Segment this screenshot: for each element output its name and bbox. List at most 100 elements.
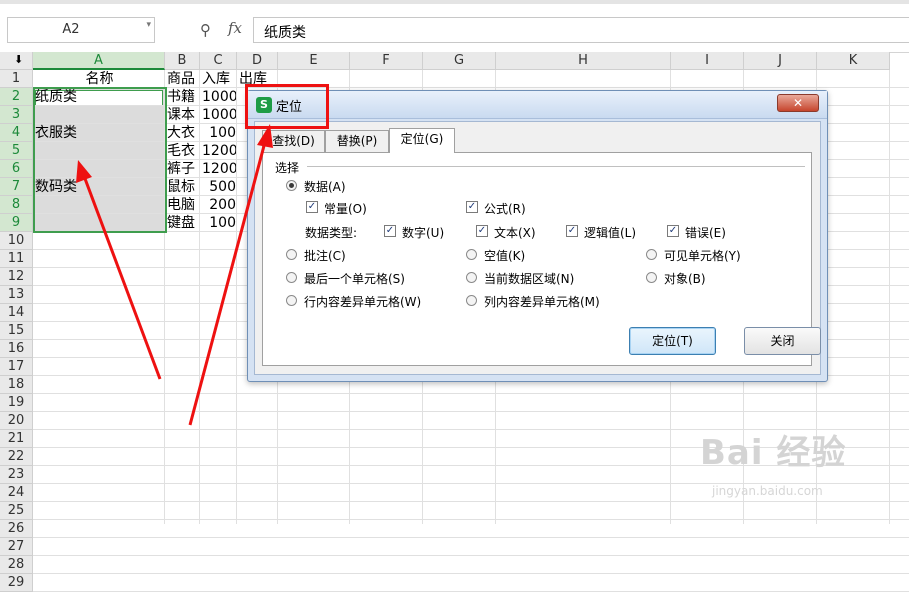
row-header-9[interactable]: 9 [0,214,33,232]
cell-b6[interactable]: 裤子 [167,160,199,178]
row-header-11[interactable]: 11 [0,250,33,268]
row-header-5[interactable]: 5 [0,142,33,160]
label-visible-cells: 可见单元格(Y) [664,249,741,263]
checkbox-logical[interactable]: ✓ [566,225,578,237]
cell-c2[interactable]: 1000 [202,88,236,106]
column-header-a[interactable]: A [33,52,165,70]
close-button[interactable]: 关闭 [744,327,821,355]
row-header-25[interactable]: 25 [0,502,33,520]
row-header-13[interactable]: 13 [0,286,33,304]
name-box[interactable]: A2 ▾ [7,17,155,43]
cell-c7[interactable]: 500 [202,178,236,196]
grid-line [33,501,909,502]
cell-c5[interactable]: 1200 [202,142,236,160]
cell-c8[interactable]: 200 [202,196,236,214]
dialog-titlebar[interactable]: S 定位 ✕ [248,91,827,119]
grid-line [236,70,237,524]
cell-c6[interactable]: 1200 [202,160,236,178]
row-header-22[interactable]: 22 [0,448,33,466]
column-header-k[interactable]: K [817,52,890,70]
row-header-10[interactable]: 10 [0,232,33,250]
select-all-corner[interactable]: ⬇ [0,52,33,70]
row-header-16[interactable]: 16 [0,340,33,358]
row-header-14[interactable]: 14 [0,304,33,322]
row-header-27[interactable]: 27 [0,538,33,556]
radio-comment[interactable] [286,249,297,260]
row-header-29[interactable]: 29 [0,574,33,592]
label-logical: 逻辑值(L) [584,226,637,240]
radio-data[interactable] [286,180,297,191]
cell-b9[interactable]: 键盘 [167,214,199,232]
radio-column-difference[interactable] [466,295,477,306]
cell-c4[interactable]: 100 [202,124,236,142]
dialog-body: 查找(D) 替换(P) 定位(G) 选择 数据(A) ✓ 常量(O) ✓ 公式(… [254,121,821,375]
selection-border [33,87,167,233]
goto-tab-panel: 选择 数据(A) ✓ 常量(O) ✓ 公式(R) 数据类型: ✓ 数字(U) ✓… [262,152,821,366]
row-header-1[interactable]: 1 [0,70,33,88]
checkbox-number[interactable]: ✓ [384,225,396,237]
row-header-12[interactable]: 12 [0,268,33,286]
tab-replace[interactable]: 替换(P) [325,130,389,152]
label-row-difference: 行内容差异单元格(W) [304,295,422,309]
cell-b3[interactable]: 课本 [167,106,199,124]
fx-icon[interactable]: fx [228,19,242,37]
goto-button[interactable]: 定位(T) [629,327,716,355]
cell-a1[interactable]: 名称 [35,70,164,88]
row-header-6[interactable]: 6 [0,160,33,178]
grid-line [33,393,909,394]
row-header-26[interactable]: 26 [0,520,33,538]
column-header-h[interactable]: H [496,52,671,70]
zoom-search-icon[interactable]: ⚲ [200,21,211,39]
column-header-g[interactable]: G [423,52,496,70]
cell-b8[interactable]: 电脑 [167,196,199,214]
radio-row-difference[interactable] [286,295,297,306]
row-header-24[interactable]: 24 [0,484,33,502]
row-header-7[interactable]: 7 [0,178,33,196]
label-object: 对象(B) [664,272,706,286]
checkbox-formula[interactable]: ✓ [466,201,478,213]
column-header-c[interactable]: C [200,52,237,70]
label-last-cell: 最后一个单元格(S) [304,272,405,286]
chevron-down-icon[interactable]: ▾ [146,20,151,30]
row-header-2[interactable]: 2 [0,88,33,106]
radio-blank[interactable] [466,249,477,260]
row-header-15[interactable]: 15 [0,322,33,340]
column-header-d[interactable]: D [237,52,278,70]
formula-input[interactable]: 纸质类 [253,17,909,43]
cell-b5[interactable]: 毛衣 [167,142,199,160]
radio-object[interactable] [646,272,657,283]
row-header-28[interactable]: 28 [0,556,33,574]
dialog-close-button[interactable]: ✕ [777,94,819,112]
row-header-21[interactable]: 21 [0,430,33,448]
checkbox-error[interactable]: ✓ [667,225,679,237]
row-header-23[interactable]: 23 [0,466,33,484]
tab-find[interactable]: 查找(D) [262,130,325,152]
cell-b2[interactable]: 书籍 [167,88,199,106]
row-header-19[interactable]: 19 [0,394,33,412]
row-header-4[interactable]: 4 [0,124,33,142]
radio-visible-cells[interactable] [646,249,657,260]
cell-b7[interactable]: 鼠标 [167,178,199,196]
row-header-20[interactable]: 20 [0,412,33,430]
label-text: 文本(X) [494,226,536,240]
label-constant: 常量(O) [324,202,367,216]
cell-b1[interactable]: 商品 [167,70,199,88]
row-header-8[interactable]: 8 [0,196,33,214]
cell-c9[interactable]: 100 [202,214,236,232]
column-header-i[interactable]: I [671,52,744,70]
cell-c3[interactable]: 1000 [202,106,236,124]
column-header-f[interactable]: F [350,52,423,70]
cell-b4[interactable]: 大衣 [167,124,199,142]
radio-current-region[interactable] [466,272,477,283]
column-header-e[interactable]: E [278,52,350,70]
column-header-b[interactable]: B [165,52,200,70]
radio-last-cell[interactable] [286,272,297,283]
row-header-3[interactable]: 3 [0,106,33,124]
tab-goto[interactable]: 定位(G) [389,128,455,153]
checkbox-constant[interactable]: ✓ [306,201,318,213]
cell-c1[interactable]: 入库 [202,70,236,88]
row-header-18[interactable]: 18 [0,376,33,394]
checkbox-text[interactable]: ✓ [476,225,488,237]
row-header-17[interactable]: 17 [0,358,33,376]
column-header-j[interactable]: J [744,52,817,70]
